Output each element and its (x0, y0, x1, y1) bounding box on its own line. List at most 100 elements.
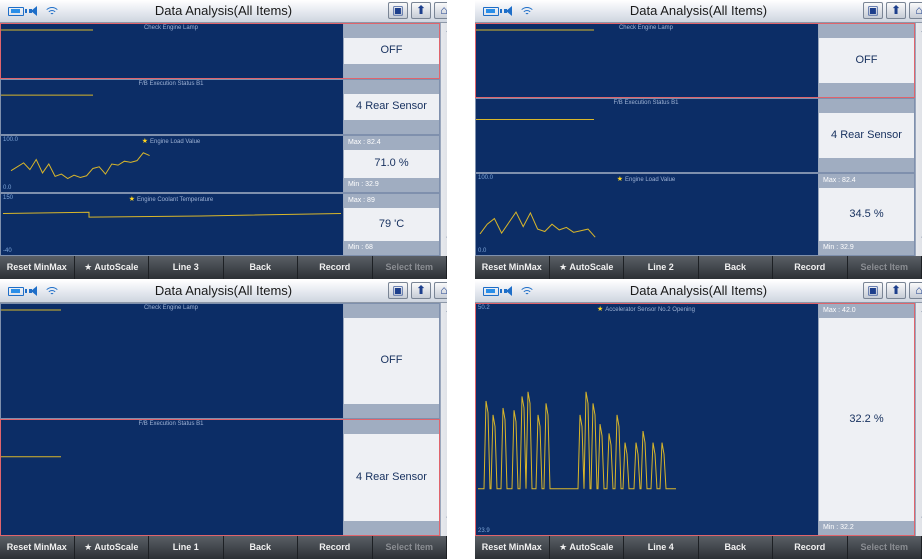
graph-area: Check Engine Lamp (1, 24, 345, 78)
up-icon[interactable]: ▲ (441, 377, 447, 389)
home-icon[interactable]: ⌂ (909, 2, 922, 19)
upload-icon[interactable]: ⬆ (886, 282, 906, 299)
select-item-button[interactable]: Select Item (848, 256, 922, 279)
axis-min-label: 23.9 (478, 528, 490, 534)
data-row[interactable]: ★ Engine Load Value 100.0 0.0 Max : 82.4 Min… (0, 135, 440, 193)
back-button[interactable]: Back (699, 536, 773, 559)
data-row[interactable]: Check Engine Lamp OFF (475, 23, 915, 98)
double-down-icon[interactable]: ⇊ (441, 231, 447, 243)
up-icon[interactable]: ▲ (916, 97, 922, 109)
graph-area: ★ Engine Load Value 100.0 0.0 (476, 174, 820, 255)
record-button[interactable]: Record (298, 256, 373, 279)
double-up-icon[interactable]: ⇈ (441, 29, 447, 41)
reset-minmax-button[interactable]: Reset MinMax (475, 256, 550, 279)
device-screen: Data Analysis(All Items) ▣ ⬆ ⌂ Check Engine … (0, 280, 447, 559)
line-button[interactable]: Line 2 (624, 256, 699, 279)
select-item-button[interactable]: Select Item (373, 536, 447, 559)
double-up-icon[interactable]: ⇈ (916, 309, 922, 321)
home-icon[interactable]: ⌂ (434, 282, 447, 299)
axis-max-label: 100.0 (478, 175, 494, 181)
data-row[interactable]: Check Engine Lamp OFF (0, 303, 440, 419)
double-up-icon[interactable]: ⇈ (441, 309, 447, 321)
select-item-button[interactable]: Select Item (848, 536, 922, 559)
back-button[interactable]: Back (224, 256, 298, 279)
autoscale-button[interactable]: ★ AutoScale (75, 256, 149, 279)
device-screen: Data Analysis(All Items) ▣ ⬆ ⌂ ★ Accelerator… (475, 280, 922, 559)
home-icon[interactable]: ⌂ (434, 2, 447, 19)
trace-graph (2, 211, 342, 218)
trace-graph (476, 29, 594, 31)
scroll-bar[interactable]: ⇈ ▲ ▼ ⇊ (440, 303, 447, 536)
screen-title: Data Analysis(All Items) (154, 3, 293, 18)
screenshot-icon[interactable]: ▣ (388, 282, 408, 299)
upload-icon[interactable]: ⬆ (411, 282, 431, 299)
data-list: Check Engine Lamp OFF F/B Execution Status… (0, 303, 440, 536)
autoscale-button[interactable]: ★ AutoScale (550, 536, 624, 559)
upload-icon[interactable]: ⬆ (886, 2, 906, 19)
current-value: OFF (380, 44, 403, 56)
value-band-top (819, 24, 914, 38)
record-button[interactable]: Record (298, 536, 373, 559)
down-icon[interactable]: ▼ (441, 443, 447, 455)
screenshot-icon[interactable]: ▣ (863, 2, 883, 19)
parameter-name-text: Engine Coolant Temperature (136, 197, 214, 203)
bottom-toolbar: Reset MinMax ★ AutoScale Line 1 Back Record S… (0, 536, 447, 559)
scroll-bar[interactable]: ⇈ ▲ ▼ ⇊ (440, 23, 447, 256)
axis-max-label: 50.2 (478, 305, 490, 311)
down-icon[interactable]: ▼ (916, 163, 922, 175)
screenshot-icon[interactable]: ▣ (388, 2, 408, 19)
bottom-toolbar: Reset MinMax ★ AutoScale Line 2 Back Record S… (475, 256, 922, 279)
double-up-icon[interactable]: ⇈ (916, 29, 922, 41)
current-value: OFF (380, 354, 403, 366)
back-button[interactable]: Back (699, 256, 773, 279)
title-bar: Data Analysis(All Items) ▣ ⬆ ⌂ (0, 0, 447, 23)
upload-icon[interactable]: ⬆ (411, 2, 431, 19)
graph-area: Check Engine Lamp (1, 304, 345, 418)
scroll-bar[interactable]: ⇈ ▲ ▼ ⇊ (915, 23, 922, 256)
value-band-bottom (344, 120, 439, 134)
data-row[interactable]: ★ Engine Load Value 100.0 0.0 Max : 82.4 Min… (475, 173, 915, 256)
graph-area: ★ Accelerator Sensor No.2 Opening 50.2 23.… (476, 304, 820, 535)
data-row[interactable]: ★ Accelerator Sensor No.2 Opening 50.2 23.… (475, 303, 915, 536)
value-band-bottom (344, 404, 439, 418)
down-icon[interactable]: ▼ (916, 443, 922, 455)
data-row[interactable]: Check Engine Lamp OFF (0, 23, 440, 79)
trace-graph (1, 94, 93, 96)
parameter-name: Check Engine Lamp (1, 305, 341, 311)
double-down-icon[interactable]: ⇊ (916, 511, 922, 523)
home-icon[interactable]: ⌂ (909, 282, 922, 299)
bottom-toolbar: Reset MinMax ★ AutoScale Line 4 Back Record S… (475, 536, 922, 559)
autoscale-button[interactable]: ★ AutoScale (75, 536, 149, 559)
data-row[interactable]: F/B Execution Status B1 4 Rear Sensor (475, 98, 915, 173)
parameter-name-text: Engine Load Value (624, 177, 676, 183)
data-row[interactable]: F/B Execution Status B1 4 Rear Sensor (0, 79, 440, 135)
up-icon[interactable]: ▲ (441, 97, 447, 109)
scroll-bar[interactable]: ⇈ ▲ ▼ ⇊ (915, 303, 922, 536)
star-icon: ★ (597, 306, 606, 313)
line-button[interactable]: Line 1 (149, 536, 224, 559)
double-down-icon[interactable]: ⇊ (916, 231, 922, 243)
parameter-name: ★ Engine Load Value (476, 175, 816, 183)
device-screen: Data Analysis(All Items) ▣ ⬆ ⌂ Check Engine … (475, 0, 922, 279)
graph-area: F/B Execution Status B1 (1, 420, 345, 535)
record-button[interactable]: Record (773, 256, 848, 279)
min-value-label: Min : 32.9 (819, 241, 914, 255)
trace-line (478, 391, 676, 490)
data-row[interactable]: F/B Execution Status B1 4 Rear Sensor (0, 419, 440, 536)
reset-minmax-button[interactable]: Reset MinMax (0, 256, 75, 279)
down-icon[interactable]: ▼ (441, 163, 447, 175)
data-row[interactable]: ★ Engine Coolant Temperature 150 -40 Max : … (0, 193, 440, 256)
line-button[interactable]: Line 4 (624, 536, 699, 559)
record-button[interactable]: Record (773, 536, 848, 559)
double-down-icon[interactable]: ⇊ (441, 511, 447, 523)
select-item-button[interactable]: Select Item (373, 256, 447, 279)
line-button[interactable]: Line 3 (149, 256, 224, 279)
autoscale-button[interactable]: ★ AutoScale (550, 256, 624, 279)
reset-minmax-button[interactable]: Reset MinMax (475, 536, 550, 559)
screenshot-icon[interactable]: ▣ (863, 282, 883, 299)
reset-minmax-button[interactable]: Reset MinMax (0, 536, 75, 559)
back-button[interactable]: Back (224, 536, 298, 559)
axis-min-label: -40 (3, 248, 12, 254)
up-icon[interactable]: ▲ (916, 377, 922, 389)
min-value-label: Min : 68 (344, 241, 439, 255)
